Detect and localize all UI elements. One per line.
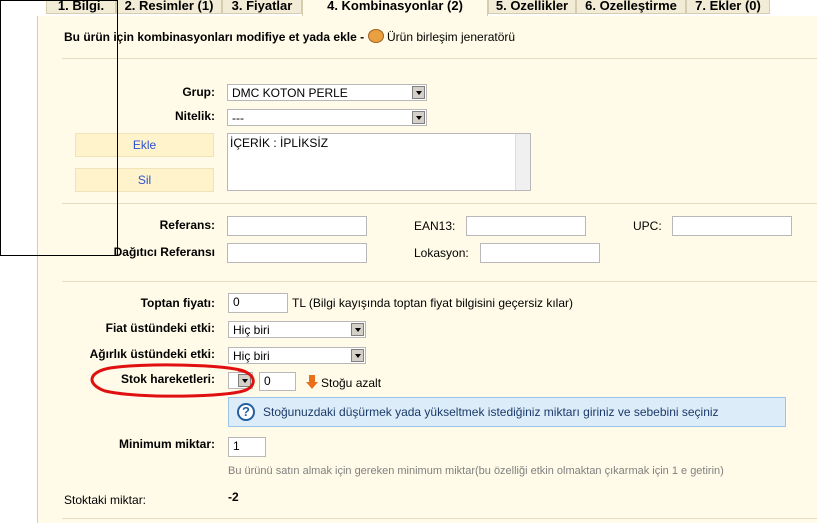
location-label: Lokasyon: (414, 246, 469, 260)
supplier-reference-input[interactable] (227, 243, 367, 263)
generator-link[interactable]: Ürün birleşim jeneratörü (368, 29, 515, 44)
price-impact-value: Hiç biri (233, 323, 270, 337)
minimum-quantity-note: Bu ürünü satın almak için gereken minimu… (228, 465, 724, 477)
arrow-down-icon (306, 375, 318, 389)
decrease-stock-action[interactable]: Stoğu azalt (306, 375, 381, 390)
chevron-down-icon (412, 111, 425, 124)
group-select[interactable]: DMC KOTON PERLE (227, 84, 427, 101)
help-icon: ? (237, 403, 255, 421)
wholesale-price-label: Toptan fiyatı: (140, 296, 215, 310)
stock-hint-box: ? Stoğunuzdaki düşürmek yada yükseltmek … (228, 397, 786, 427)
generator-link-label: Ürün birleşim jeneratörü (387, 30, 516, 44)
combination-list[interactable]: İÇERİK : İPLİKSİZ (227, 133, 531, 191)
group-value: DMC KOTON PERLE (232, 86, 348, 100)
annotation-ellipse (90, 363, 255, 398)
price-impact-label: Fiat üstündeki etki: (105, 321, 215, 335)
location-input[interactable] (480, 243, 600, 263)
stock-movement-quantity[interactable]: 0 (259, 372, 296, 391)
combination-list-item[interactable]: İÇERİK : İPLİKSİZ (230, 136, 528, 150)
divider (62, 58, 817, 59)
group-label: Grup: (182, 85, 215, 99)
wholesale-price-note: TL (Bilgi kayışında toptan fiyat bilgisi… (292, 296, 574, 310)
divider (62, 203, 817, 204)
in-stock-value: -2 (228, 490, 239, 504)
stock-hint-text: Stoğunuzdaki düşürmek yada yükseltmek is… (263, 405, 719, 419)
selection-rectangle (0, 0, 118, 256)
tab-customization[interactable]: 6. Özelleştirme (576, 0, 686, 14)
decrease-stock-label: Stoğu azalt (321, 376, 382, 390)
minimum-quantity-label: Minimum miktar: (118, 437, 215, 451)
in-stock-label: Stoktaki miktar: (64, 493, 147, 507)
tab-prices[interactable]: 3. Fiyatlar (222, 0, 302, 14)
tab-attachments[interactable]: 7. Ekler (0) (686, 0, 770, 14)
tab-images[interactable]: 2. Resimler (1) (116, 0, 222, 14)
scrollbar[interactable] (515, 134, 530, 190)
ean13-label: EAN13: (414, 219, 456, 233)
divider (62, 518, 817, 519)
palette-icon (368, 29, 384, 43)
attribute-value: --- (232, 111, 244, 125)
chevron-down-icon (351, 349, 364, 362)
tab-features[interactable]: 5. Özellikler (488, 0, 576, 14)
price-impact-select[interactable]: Hiç biri (228, 321, 366, 338)
reference-label: Referans: (159, 218, 215, 232)
chevron-down-icon (412, 86, 425, 99)
tab-bar: 1. Bilgi. 2. Resimler (1) 3. Fiyatlar 4.… (0, 0, 817, 16)
ean13-input[interactable] (466, 216, 586, 236)
divider (62, 281, 817, 282)
upc-label: UPC: (633, 219, 662, 233)
weight-impact-label: Ağırlık üstündeki etki: (89, 347, 215, 361)
wholesale-price-input[interactable]: 0 (228, 293, 288, 313)
attribute-label: Nitelik: (174, 109, 215, 123)
reference-input[interactable] (227, 216, 367, 236)
chevron-down-icon (351, 323, 364, 336)
tab-combinations[interactable]: 4. Kombinasyonlar (2) (302, 0, 488, 16)
attribute-select[interactable]: --- (227, 109, 427, 126)
upc-input[interactable] (672, 216, 792, 236)
minimum-quantity-input[interactable]: 1 (228, 437, 266, 457)
